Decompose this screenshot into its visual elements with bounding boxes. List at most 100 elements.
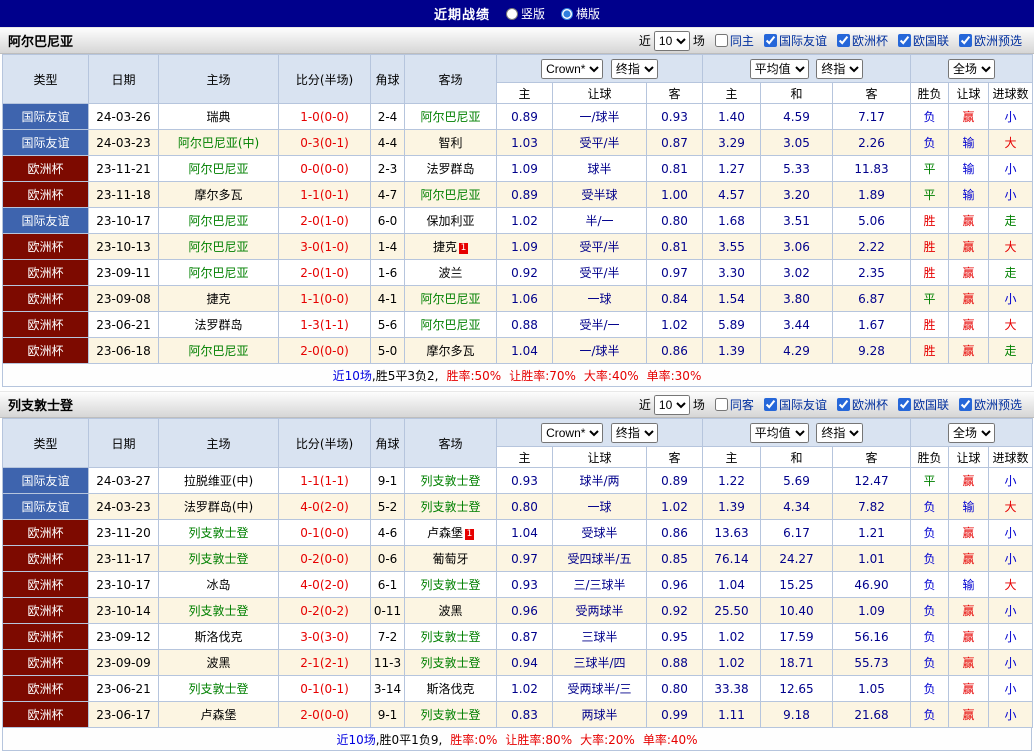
team-link[interactable]: 列支敦士登 (420, 500, 480, 514)
team-link[interactable]: 智利 (438, 136, 462, 150)
home-team-cell[interactable]: 斯洛伐克 (159, 624, 279, 650)
away-team-cell[interactable]: 卢森堡1 (405, 520, 497, 546)
team-link[interactable]: 阿尔巴尼亚 (188, 214, 248, 228)
away-team-cell[interactable]: 阿尔巴尼亚 (405, 182, 497, 208)
euroqualifier-checkbox[interactable] (959, 398, 972, 411)
team-link[interactable]: 阿尔巴尼亚 (420, 318, 480, 332)
home-team-cell[interactable]: 波黑 (159, 650, 279, 676)
away-team-cell[interactable]: 斯洛伐克 (405, 676, 497, 702)
home-team-cell[interactable]: 卢森堡 (159, 702, 279, 728)
same-venue-checkbox[interactable] (715, 34, 728, 47)
home-team-cell[interactable]: 拉脱维亚(中) (159, 468, 279, 494)
team-link[interactable]: 瑞典 (206, 110, 230, 124)
home-team-cell[interactable]: 阿尔巴尼亚 (159, 338, 279, 364)
nationsleague-checkbox[interactable] (898, 34, 911, 47)
away-team-cell[interactable]: 列支敦士登 (405, 572, 497, 598)
bookmaker-select[interactable]: Crown* (541, 423, 603, 443)
home-team-cell[interactable]: 列支敦士登 (159, 520, 279, 546)
home-team-cell[interactable]: 阿尔巴尼亚(中) (159, 130, 279, 156)
euroqualifier-checkbox[interactable] (959, 34, 972, 47)
recent-count-select[interactable]: 10 (654, 31, 690, 51)
away-team-cell[interactable]: 阿尔巴尼亚 (405, 312, 497, 338)
away-team-cell[interactable]: 波兰 (405, 260, 497, 286)
team-link[interactable]: 列支敦士登 (420, 708, 480, 722)
team-link[interactable]: 波黑 (206, 656, 230, 670)
final-odds-select[interactable]: 终指 (816, 423, 863, 443)
layout-option-horizontal[interactable]: 横版 (561, 5, 600, 22)
league-filter-euroqualifier[interactable]: 欧洲预选 (952, 32, 1022, 49)
league-filter-nationsleague[interactable]: 欧国联 (891, 32, 949, 49)
away-team-cell[interactable]: 波黑 (405, 598, 497, 624)
team-link[interactable]: 阿尔巴尼亚 (420, 110, 480, 124)
away-team-cell[interactable]: 阿尔巴尼亚 (405, 286, 497, 312)
home-team-cell[interactable]: 法罗群岛(中) (159, 494, 279, 520)
home-team-cell[interactable]: 阿尔巴尼亚 (159, 208, 279, 234)
team-link[interactable]: 阿尔巴尼亚(中) (178, 136, 259, 150)
team-link[interactable]: 列支敦士登 (420, 474, 480, 488)
home-team-cell[interactable]: 摩尔多瓦 (159, 182, 279, 208)
away-team-cell[interactable]: 列支敦士登 (405, 624, 497, 650)
same-venue-checkbox[interactable] (715, 398, 728, 411)
home-team-cell[interactable]: 列支敦士登 (159, 676, 279, 702)
home-team-cell[interactable]: 瑞典 (159, 104, 279, 130)
eurocup-checkbox[interactable] (837, 34, 850, 47)
away-team-cell[interactable]: 摩尔多瓦 (405, 338, 497, 364)
fulltime-select[interactable]: 全场 (948, 423, 995, 443)
team-link[interactable]: 法罗群岛 (194, 318, 242, 332)
team-link[interactable]: 列支敦士登 (188, 604, 248, 618)
home-team-cell[interactable]: 列支敦士登 (159, 546, 279, 572)
same-venue-filter[interactable]: 同主 (708, 32, 754, 49)
home-team-cell[interactable]: 捷克 (159, 286, 279, 312)
team-link[interactable]: 葡萄牙 (432, 552, 468, 566)
league-filter-friendly[interactable]: 国际友谊 (757, 396, 827, 413)
team-link[interactable]: 阿尔巴尼亚 (188, 162, 248, 176)
away-team-cell[interactable]: 阿尔巴尼亚 (405, 104, 497, 130)
away-team-cell[interactable]: 葡萄牙 (405, 546, 497, 572)
team-link[interactable]: 列支敦士登 (188, 682, 248, 696)
team-link[interactable]: 摩尔多瓦 (426, 344, 474, 358)
team-link[interactable]: 捷克 (433, 240, 457, 254)
home-team-cell[interactable]: 阿尔巴尼亚 (159, 260, 279, 286)
team-link[interactable]: 列支敦士登 (420, 578, 480, 592)
away-team-cell[interactable]: 智利 (405, 130, 497, 156)
team-link[interactable]: 列支敦士登 (188, 552, 248, 566)
horizontal-radio[interactable] (561, 8, 573, 20)
home-team-cell[interactable]: 阿尔巴尼亚 (159, 156, 279, 182)
league-filter-eurocup[interactable]: 欧洲杯 (830, 32, 888, 49)
away-team-cell[interactable]: 捷克1 (405, 234, 497, 260)
away-team-cell[interactable]: 法罗群岛 (405, 156, 497, 182)
team-link[interactable]: 卢森堡 (427, 526, 463, 540)
team-link[interactable]: 斯洛伐克 (426, 682, 474, 696)
away-team-cell[interactable]: 列支敦士登 (405, 650, 497, 676)
home-team-cell[interactable]: 冰岛 (159, 572, 279, 598)
away-team-cell[interactable]: 保加利亚 (405, 208, 497, 234)
league-filter-friendly[interactable]: 国际友谊 (757, 32, 827, 49)
team-link[interactable]: 列支敦士登 (420, 656, 480, 670)
league-filter-euroqualifier[interactable]: 欧洲预选 (952, 396, 1022, 413)
home-team-cell[interactable]: 阿尔巴尼亚 (159, 234, 279, 260)
team-link[interactable]: 摩尔多瓦 (194, 188, 242, 202)
home-team-cell[interactable]: 法罗群岛 (159, 312, 279, 338)
vertical-radio[interactable] (506, 8, 518, 20)
team-link[interactable]: 阿尔巴尼亚 (188, 344, 248, 358)
team-link[interactable]: 拉脱维亚(中) (184, 474, 253, 488)
team-link[interactable]: 卢森堡 (200, 708, 236, 722)
team-link[interactable]: 波黑 (438, 604, 462, 618)
friendly-checkbox[interactable] (764, 398, 777, 411)
final-odds-select[interactable]: 终指 (611, 59, 658, 79)
team-link[interactable]: 列支敦士登 (188, 526, 248, 540)
team-link[interactable]: 波兰 (438, 266, 462, 280)
bookmaker-select[interactable]: Crown* (541, 59, 603, 79)
recent-count-select[interactable]: 10 (654, 395, 690, 415)
away-team-cell[interactable]: 列支敦士登 (405, 494, 497, 520)
average-select[interactable]: 平均值 (750, 59, 809, 79)
team-link[interactable]: 捷克 (206, 292, 230, 306)
layout-option-vertical[interactable]: 竖版 (506, 5, 545, 22)
team-link[interactable]: 阿尔巴尼亚 (188, 240, 248, 254)
team-link[interactable]: 法罗群岛(中) (184, 500, 253, 514)
friendly-checkbox[interactable] (764, 34, 777, 47)
team-link[interactable]: 斯洛伐克 (194, 630, 242, 644)
team-link[interactable]: 阿尔巴尼亚 (420, 188, 480, 202)
team-link[interactable]: 阿尔巴尼亚 (420, 292, 480, 306)
home-team-cell[interactable]: 列支敦士登 (159, 598, 279, 624)
